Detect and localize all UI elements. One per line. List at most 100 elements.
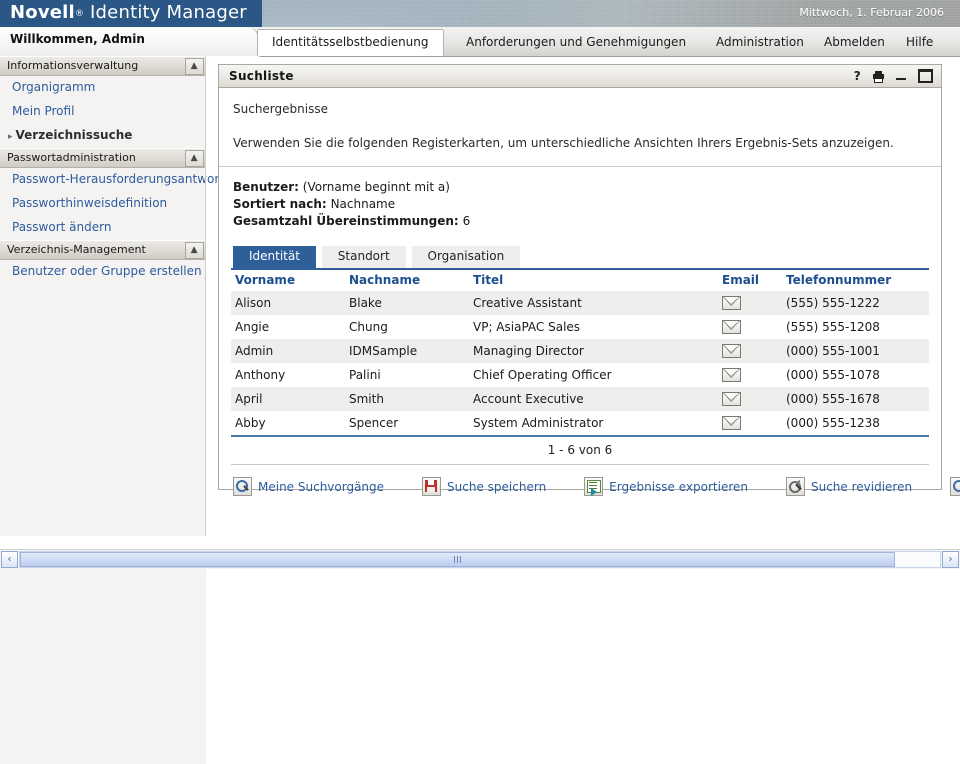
sidebar-section-title: Verzeichnis-Management [7, 243, 146, 256]
cell-telefon: (555) 555-1208 [782, 315, 929, 339]
selected-bullet-icon: ▸ [8, 132, 13, 142]
revise-search-icon [786, 477, 805, 496]
sidebar-section-directory-management[interactable]: Verzeichnis-Management ▲ [0, 240, 206, 260]
tab-help[interactable]: Hilfe [892, 30, 947, 56]
panel-title: Suchliste [229, 69, 294, 83]
minimize-icon[interactable] [896, 78, 906, 80]
table-row[interactable]: April Smith Account Executive (000) 555-… [231, 387, 929, 411]
cell-vorname: Angie [231, 315, 345, 339]
action-export-results[interactable]: Ergebnisse exportieren [584, 477, 748, 496]
sidebar-item-label: Passwort-Herausforderungsantwort [12, 172, 224, 186]
cell-email [718, 411, 782, 435]
envelope-icon[interactable] [722, 392, 741, 406]
sidebar-item-org-chart[interactable]: Organigramm [0, 76, 206, 100]
results-description: Verwenden Sie die folgenden Registerkart… [231, 116, 929, 166]
envelope-icon[interactable] [722, 368, 741, 382]
column-header-vorname[interactable]: Vorname [231, 270, 345, 291]
product-banner: Novell® Identity Manager Mittwoch, 1. Fe… [0, 0, 960, 27]
cell-vorname: Admin [231, 339, 345, 363]
column-header-titel[interactable]: Titel [469, 270, 718, 291]
print-icon[interactable] [873, 71, 884, 82]
sidebar-section-password-management[interactable]: Passwortadministration ▲ [0, 148, 206, 168]
results-table-head: Vorname Nachname Titel Email Telefonnumm… [231, 270, 929, 291]
tab-identity-self-service[interactable]: Identitätsselbstbedienung [258, 30, 443, 56]
chevron-up-icon[interactable]: ▲ [185, 150, 204, 167]
horizontal-scrollbar[interactable]: ‹ › [0, 549, 960, 569]
envelope-icon[interactable] [722, 416, 741, 430]
product-logo: Novell® Identity Manager [10, 2, 247, 23]
scroll-right-button[interactable]: › [942, 551, 959, 568]
sidebar-section-title: Informationsverwaltung [7, 59, 138, 72]
help-icon[interactable]: ? [854, 70, 861, 82]
main-nav-bar: Willkommen, Admin Identitätsselbstbedien… [0, 27, 960, 57]
table-row[interactable]: Admin IDMSample Managing Director (000) … [231, 339, 929, 363]
view-tab-organization[interactable]: Organisation [412, 246, 521, 268]
action-revise-search[interactable]: Suche revidieren [786, 477, 912, 496]
cell-telefon: (000) 555-1238 [782, 411, 929, 435]
action-label: Suche revidieren [811, 480, 912, 494]
action-save-search[interactable]: Suche speichern [422, 477, 546, 496]
column-header-email[interactable]: Email [718, 270, 782, 291]
cell-email [718, 291, 782, 316]
column-header-nachname[interactable]: Nachname [345, 270, 469, 291]
cell-vorname: Alison [231, 291, 345, 316]
cell-email [718, 339, 782, 363]
action-bar: Meine Suchvorgänge Suche speichern Ergeb… [231, 465, 929, 496]
sidebar-item-my-profile[interactable]: Mein Profil [0, 100, 206, 124]
sidebar-item-label: Mein Profil [12, 104, 74, 118]
envelope-icon[interactable] [722, 344, 741, 358]
cell-titel: Chief Operating Officer [469, 363, 718, 387]
view-tab-identity[interactable]: Identität [233, 246, 316, 268]
cell-vorname: Anthony [231, 363, 345, 387]
criteria-total-value: 6 [463, 214, 471, 228]
table-row[interactable]: Abby Spencer System Administrator (000) … [231, 411, 929, 435]
view-tab-location[interactable]: Standort [322, 246, 406, 268]
action-label: Suche speichern [447, 480, 546, 494]
export-list-icon [584, 477, 603, 496]
results-table-body: Alison Blake Creative Assistant (555) 55… [231, 291, 929, 436]
cell-email [718, 315, 782, 339]
tab-requests-approvals[interactable]: Anforderungen und Genehmigungen [452, 30, 700, 56]
action-my-searches[interactable]: Meine Suchvorgänge [233, 477, 384, 496]
table-row[interactable]: Anthony Palini Chief Operating Officer (… [231, 363, 929, 387]
envelope-icon[interactable] [722, 320, 741, 334]
chevron-up-icon[interactable]: ▲ [185, 58, 204, 75]
sidebar-divider [205, 56, 206, 536]
sidebar-item-password-hint-definition[interactable]: Passworthinweisdefinition [0, 192, 206, 216]
scroll-left-button[interactable]: ‹ [1, 551, 18, 568]
sidebar-item-password-challenge-response[interactable]: Passwort-Herausforderungsantwort [0, 168, 206, 192]
action-new-search[interactable]: ✦ Neue Suche [950, 477, 960, 496]
view-tabs: Identität Standort Organisation [233, 246, 929, 268]
table-row[interactable]: Angie Chung VP; AsiaPAC Sales (555) 555-… [231, 315, 929, 339]
panel-window-controls: ? [854, 65, 933, 87]
cell-telefon: (000) 555-1078 [782, 363, 929, 387]
cell-telefon: (000) 555-1678 [782, 387, 929, 411]
results-heading: Suchergebnisse [231, 88, 929, 116]
envelope-icon[interactable] [722, 296, 741, 310]
page-background [0, 536, 960, 550]
cell-vorname: Abby [231, 411, 345, 435]
table-row[interactable]: Alison Blake Creative Assistant (555) 55… [231, 291, 929, 316]
cell-titel: Account Executive [469, 387, 718, 411]
sidebar-item-label: Benutzer oder Gruppe erstellen [12, 264, 202, 278]
tab-logout[interactable]: Abmelden [810, 30, 899, 56]
maximize-icon[interactable] [918, 69, 933, 83]
sidebar-item-change-password[interactable]: Passwort ändern [0, 216, 206, 240]
cell-telefon: (000) 555-1001 [782, 339, 929, 363]
scrollbar-thumb[interactable] [20, 552, 895, 567]
sidebar-section-information-management[interactable]: Informationsverwaltung ▲ [0, 56, 206, 76]
sidebar-item-directory-search[interactable]: ▸Verzeichnissuche [0, 124, 206, 148]
sidebar-item-label: Verzeichnissuche [16, 128, 133, 142]
sidebar-item-create-user-or-group[interactable]: Benutzer oder Gruppe erstellen [0, 260, 206, 284]
tab-administration[interactable]: Administration [702, 30, 818, 56]
action-label: Ergebnisse exportieren [609, 480, 748, 494]
welcome-message: Willkommen, Admin [10, 32, 145, 46]
search-list-panel: Suchliste ? Suchergebnisse Verwenden Sie… [218, 64, 942, 490]
cell-nachname: Spencer [345, 411, 469, 435]
column-header-telefonnummer[interactable]: Telefonnummer [782, 270, 929, 291]
cell-nachname: Blake [345, 291, 469, 316]
chevron-up-icon[interactable]: ▲ [185, 242, 204, 259]
criteria-user-row: Benutzer: (Vorname beginnt mit a) [233, 179, 929, 196]
cell-titel: System Administrator [469, 411, 718, 435]
scrollbar-track[interactable] [19, 551, 941, 568]
